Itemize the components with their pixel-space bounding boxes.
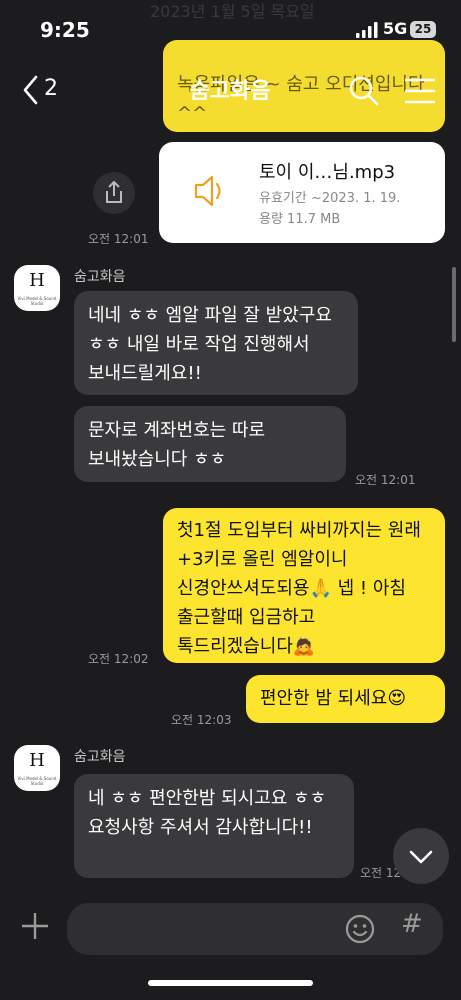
scroll-to-bottom-button[interactable] bbox=[393, 828, 449, 884]
avatar-subtitle: Vivi Model & Sound Studio bbox=[17, 776, 57, 786]
sender-name: 숨고화음 bbox=[74, 749, 126, 765]
menu-icon[interactable] bbox=[403, 74, 437, 108]
my-message-text: 첫1절 도입부터 싸비까지는 원래 +3키로 올린 엠알이니 신경안쓰셔도되용🙏… bbox=[177, 520, 421, 657]
speaker-icon bbox=[194, 175, 221, 207]
message-text: 문자로 계좌번호는 따로 보내놨습니다 ㅎㅎ bbox=[88, 420, 266, 470]
chat-title: 숨고화음 bbox=[189, 79, 271, 104]
clock: 9:25 bbox=[40, 18, 90, 42]
back-arrow-icon[interactable] bbox=[20, 74, 66, 106]
battery-icon: 25 bbox=[410, 21, 436, 38]
file-size: 용량 11.7 MB bbox=[259, 212, 341, 227]
message-bubble[interactable]: 네네 ㅎㅎ 엠알 파일 잘 받았구요 ㅎㅎ 내일 바로 작업 진행해서 보내드릴… bbox=[74, 291, 358, 395]
share-button[interactable] bbox=[93, 172, 135, 214]
home-indicator bbox=[148, 980, 313, 986]
avatar[interactable]: H Vivi Model & Sound Studio bbox=[14, 745, 60, 791]
chevron-down-icon bbox=[409, 850, 433, 864]
message-input-bar: # bbox=[0, 887, 461, 1000]
date-header-ghost: 2023년 1월 5일 목요일 bbox=[150, 2, 315, 21]
timestamp: 오전 12:02 bbox=[88, 652, 149, 666]
timestamp: 오전 12:03 bbox=[171, 713, 232, 727]
audio-file-card[interactable]: 토이 이…님.mp3 유효기간 ~2023. 1. 19. 용량 11.7 MB bbox=[159, 142, 445, 243]
message-text: 네네 ㅎㅎ 엠알 파일 잘 받았구요 ㅎㅎ 내일 바로 작업 진행해서 보내드릴… bbox=[88, 305, 332, 384]
message-bubble[interactable]: 네 ㅎㅎ 편안한밤 되시고요 ㅎㅎ 요청사항 주셔서 감사합니다!! bbox=[74, 774, 354, 878]
hashtag-icon[interactable]: # bbox=[401, 909, 423, 939]
my-message-bubble[interactable]: 편안한 밤 되세요😍 bbox=[246, 675, 445, 723]
avatar[interactable]: H Vivi Model & Sound Studio bbox=[14, 265, 60, 311]
share-icon bbox=[106, 180, 122, 203]
sender-name: 숨고화음 bbox=[74, 269, 126, 285]
message-bubble[interactable]: 문자로 계좌번호는 따로 보내놨습니다 ㅎㅎ bbox=[74, 406, 346, 482]
unread-count[interactable]: 2 bbox=[44, 76, 58, 101]
file-name: 토이 이…님.mp3 bbox=[259, 162, 396, 183]
timestamp: 오전 12:01 bbox=[355, 473, 416, 487]
my-message-text: 편안한 밤 되세요😍 bbox=[260, 688, 407, 709]
signal-icon bbox=[356, 22, 378, 38]
file-expiry: 유효기간 ~2023. 1. 19. bbox=[259, 191, 401, 206]
avatar-letter: H bbox=[29, 750, 45, 771]
chat-header: 2 숨고화음 bbox=[0, 60, 461, 120]
plus-icon[interactable] bbox=[18, 909, 52, 943]
network-type: 5G bbox=[383, 19, 408, 38]
avatar-letter: H bbox=[29, 270, 45, 291]
my-message-bubble[interactable]: 첫1절 도입부터 싸비까지는 원래 +3키로 올린 엠알이니 신경안쓰셔도되용🙏… bbox=[163, 508, 445, 663]
message-input[interactable]: # bbox=[67, 903, 443, 955]
search-icon[interactable] bbox=[347, 74, 381, 108]
emoji-icon[interactable] bbox=[344, 913, 376, 945]
avatar-subtitle: Vivi Model & Sound Studio bbox=[17, 296, 57, 306]
timestamp: 오전 12:01 bbox=[88, 232, 149, 246]
message-text: 네 ㅎㅎ 편안한밤 되시고요 ㅎㅎ 요청사항 주셔서 감사합니다!! bbox=[88, 788, 327, 838]
scrollbar[interactable] bbox=[452, 267, 456, 342]
